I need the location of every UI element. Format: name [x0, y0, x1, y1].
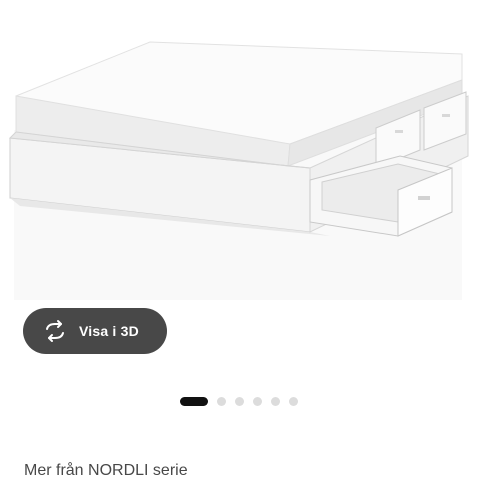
- carousel-dot-1[interactable]: [180, 396, 208, 406]
- carousel-dot-5[interactable]: [271, 396, 280, 406]
- product-image[interactable]: [0, 0, 480, 300]
- carousel-dot-4[interactable]: [253, 396, 262, 406]
- carousel-dot-3[interactable]: [235, 396, 244, 406]
- carousel-pagination: [180, 396, 307, 406]
- carousel-dot-6[interactable]: [289, 396, 298, 406]
- carousel-dot-2[interactable]: [217, 396, 226, 406]
- view-3d-label: Visa i 3D: [79, 323, 139, 339]
- bed-illustration: [8, 41, 469, 300]
- rotate-3d-icon: [43, 319, 67, 343]
- view-3d-button[interactable]: Visa i 3D: [23, 308, 167, 354]
- more-from-series-link[interactable]: Mer från NORDLI serie: [24, 462, 188, 480]
